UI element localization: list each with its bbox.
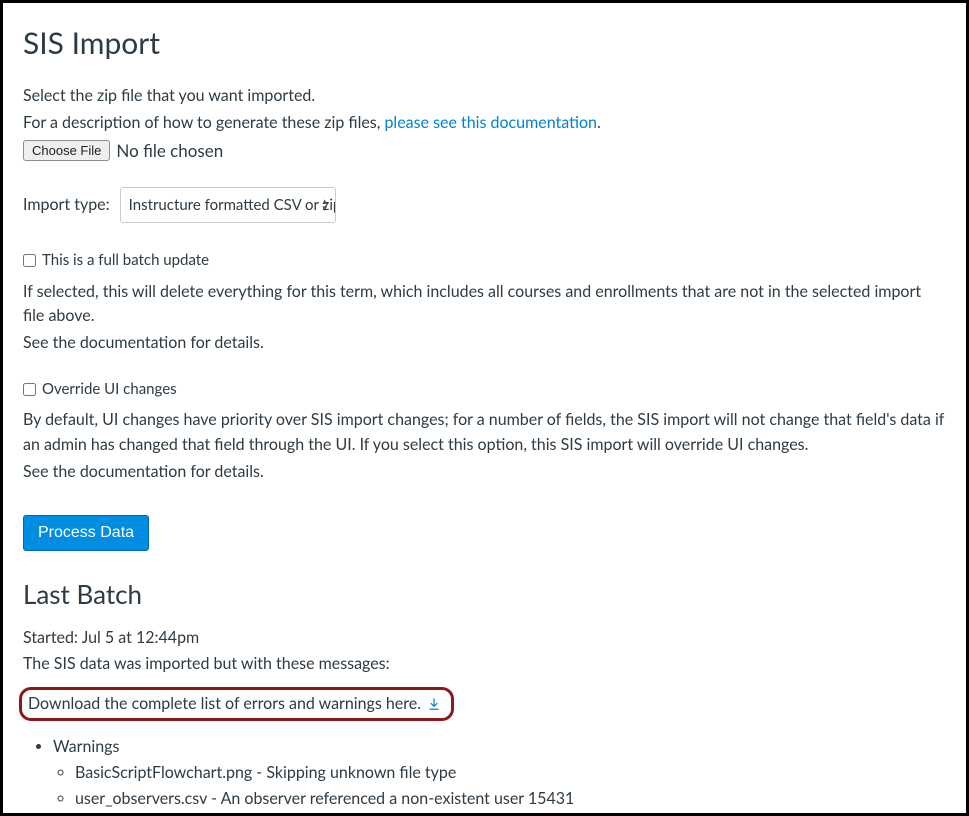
sis-import-panel: SIS Import Select the zip file that you … xyxy=(0,0,969,816)
warnings-list: BasicScriptFlowchart.png - Skipping unkn… xyxy=(53,761,946,816)
messages-list: Warnings BasicScriptFlowchart.png - Skip… xyxy=(23,735,946,816)
import-type-label: Import type: xyxy=(23,193,110,217)
download-icon xyxy=(427,697,441,711)
page-title: SIS Import xyxy=(23,21,946,66)
started-text: Started: Jul 5 at 12:44pm xyxy=(23,626,946,650)
full-batch-desc: If selected, this will delete everything… xyxy=(23,280,946,330)
file-status-text: No file chosen xyxy=(116,138,223,164)
choose-file-button[interactable]: Choose File xyxy=(23,140,110,161)
full-batch-block: This is a full batch update If selected,… xyxy=(23,249,946,356)
import-type-row: Import type: Instructure formatted CSV o… xyxy=(23,187,946,223)
warning-item: user_observers.csv - An observer referen… xyxy=(75,787,946,811)
override-block: Override UI changes By default, UI chang… xyxy=(23,378,946,485)
download-link-text: Download the complete list of errors and… xyxy=(28,692,421,716)
override-desc: By default, UI changes have priority ove… xyxy=(23,408,946,458)
import-messages-intro: The SIS data was imported but with these… xyxy=(23,652,946,677)
file-input-row: Choose File No file chosen xyxy=(23,138,946,164)
override-label: Override UI changes xyxy=(42,378,177,401)
documentation-link[interactable]: please see this documentation xyxy=(384,113,597,132)
intro-text-2: For a description of how to generate the… xyxy=(23,111,946,136)
download-errors-link[interactable]: Download the complete list of errors and… xyxy=(19,687,454,721)
intro-text: Select the zip file that you want import… xyxy=(23,84,946,109)
warnings-root: Warnings BasicScriptFlowchart.png - Skip… xyxy=(53,735,946,816)
import-type-value: Instructure formatted CSV or zip xyxy=(129,194,336,217)
warnings-label: Warnings xyxy=(53,737,119,756)
full-batch-label: This is a full batch update xyxy=(42,249,209,272)
last-batch-heading: Last Batch xyxy=(23,575,946,614)
override-docs: See the documentation for details. xyxy=(23,460,946,485)
full-batch-docs: See the documentation for details. xyxy=(23,331,946,356)
override-checkbox[interactable] xyxy=(23,383,36,396)
intro-prefix: For a description of how to generate the… xyxy=(23,113,384,132)
full-batch-checkbox[interactable] xyxy=(23,254,36,267)
process-data-button[interactable]: Process Data xyxy=(23,515,149,551)
import-type-select[interactable]: Instructure formatted CSV or zip ▲▼ xyxy=(120,187,336,223)
warning-item: BasicScriptFlowchart.png - Skipping unkn… xyxy=(75,761,946,785)
select-arrows-icon: ▲▼ xyxy=(321,198,329,212)
